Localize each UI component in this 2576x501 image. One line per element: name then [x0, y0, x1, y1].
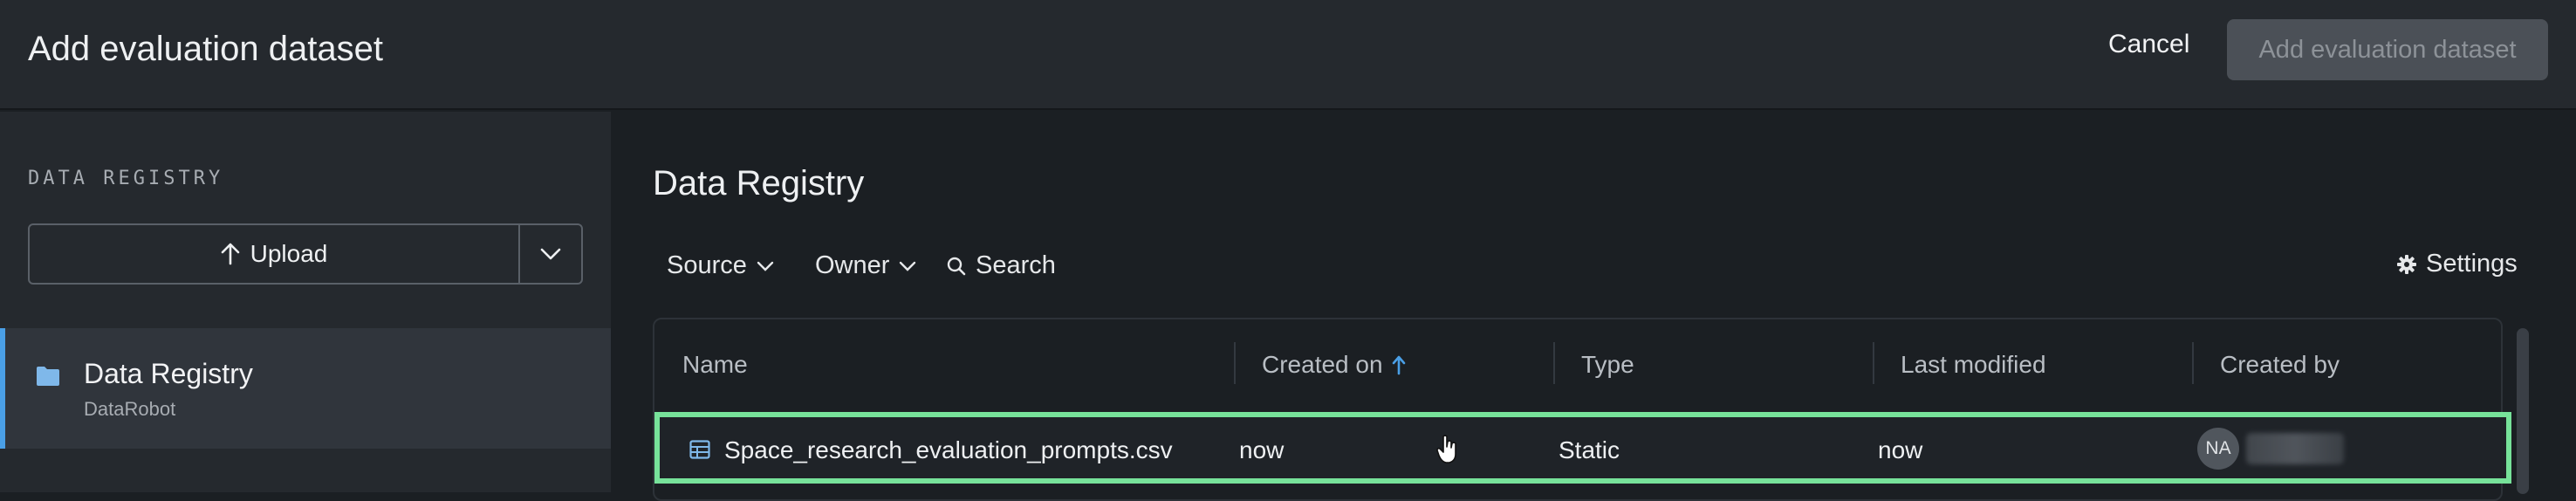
column-header-label: Name — [682, 351, 748, 378]
owner-filter-label: Owner — [815, 251, 890, 279]
cancel-button[interactable]: Cancel — [2108, 30, 2189, 59]
sidebar-item-data-registry[interactable]: Data Registry DataRobot — [0, 328, 611, 449]
table-scrollbar[interactable] — [2517, 328, 2529, 494]
sidebar: DATA REGISTRY Upload Data Registry DataR… — [0, 112, 611, 492]
column-header-label: Created by — [2220, 351, 2340, 378]
source-filter-label: Source — [667, 251, 747, 279]
dataset-name[interactable]: Space_research_evaluation_prompts.csv — [724, 436, 1173, 464]
settings-button[interactable]: Settings — [2396, 250, 2518, 278]
redacted-user-name — [2246, 433, 2344, 464]
column-header-label: Last modified — [1901, 351, 2046, 378]
sidebar-item-sublabel: DataRobot — [84, 398, 176, 420]
upload-button[interactable]: Upload — [30, 225, 518, 283]
sort-ascending-icon — [1392, 355, 1405, 375]
table-header: Name Created on Type Last modified Creat… — [654, 319, 2501, 407]
owner-filter[interactable]: Owner — [815, 251, 917, 280]
table-row[interactable]: Space_research_evaluation_prompts.csv no… — [654, 412, 2511, 484]
add-evaluation-dataset-button[interactable]: Add evaluation dataset — [2227, 19, 2548, 80]
dialog-header: Add evaluation dataset Cancel Add evalua… — [0, 0, 2576, 110]
column-divider[interactable] — [1234, 342, 1236, 384]
search-icon — [947, 257, 966, 275]
column-divider[interactable] — [1873, 342, 1874, 384]
upload-split-button: Upload — [28, 223, 583, 285]
hand-cursor-icon — [1436, 435, 1456, 463]
upload-options-dropdown[interactable] — [518, 225, 581, 283]
column-header-last-modified[interactable]: Last modified — [1901, 351, 2046, 379]
folder-icon — [37, 367, 59, 386]
created-on-cell: now — [1239, 436, 1285, 463]
upload-label: Upload — [250, 240, 328, 267]
source-filter[interactable]: Source — [667, 251, 775, 280]
chevron-down-icon — [900, 261, 916, 271]
search-label: Search — [976, 251, 1056, 279]
column-header-type[interactable]: Type — [1581, 351, 1634, 379]
column-header-created-by[interactable]: Created by — [2220, 351, 2340, 379]
column-header-label: Type — [1581, 351, 1634, 378]
column-header-created-on[interactable]: Created on — [1262, 351, 1406, 379]
sidebar-item-label: Data Registry — [84, 358, 253, 389]
main-panel: Data Registry Source Owner Search Settin… — [611, 112, 2576, 501]
last-modified-cell: now — [1878, 436, 1923, 463]
chevron-down-icon — [757, 261, 774, 271]
dialog-title: Add evaluation dataset — [28, 30, 383, 68]
type-cell: Static — [1559, 436, 1620, 463]
table-icon — [689, 440, 710, 459]
column-divider[interactable] — [2192, 342, 2194, 384]
column-header-name[interactable]: Name — [682, 351, 748, 379]
gear-icon — [2397, 254, 2416, 274]
sidebar-heading: DATA REGISTRY — [28, 168, 224, 189]
column-divider[interactable] — [1553, 342, 1555, 384]
chevron-down-icon — [540, 248, 561, 260]
column-header-label: Created on — [1262, 351, 1383, 378]
search-button[interactable]: Search — [946, 251, 1056, 280]
page-title: Data Registry — [653, 164, 865, 202]
settings-label: Settings — [2426, 250, 2518, 278]
arrow-up-icon — [221, 243, 239, 265]
avatar: NA — [2197, 428, 2239, 470]
